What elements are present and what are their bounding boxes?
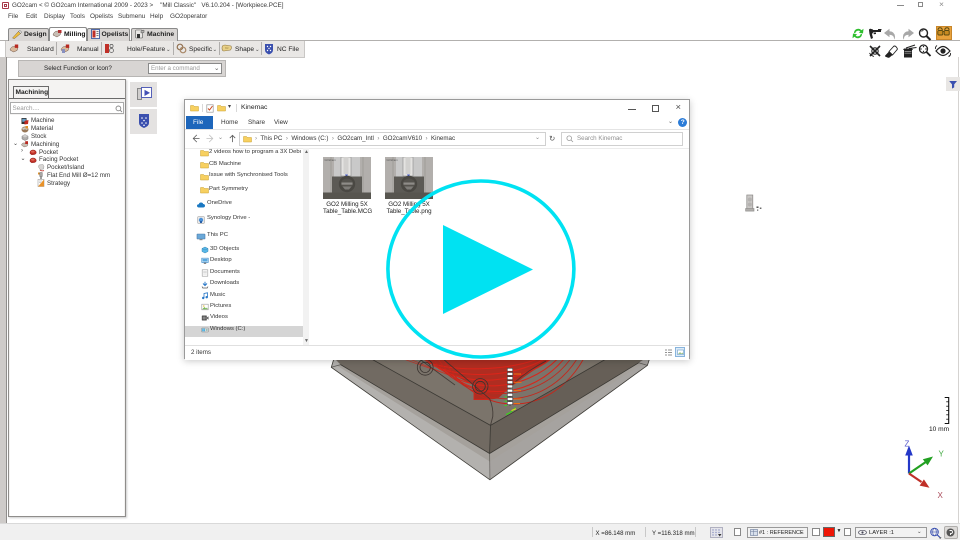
svg-text:GO2cam: GO2cam: [325, 158, 337, 162]
svg-text:Z: Z: [905, 440, 910, 449]
svg-text:10 mm: 10 mm: [929, 426, 950, 433]
svg-text:X: X: [938, 491, 944, 500]
svg-text:GO2cam: GO2cam: [387, 158, 399, 162]
svg-text:Y: Y: [939, 450, 945, 459]
